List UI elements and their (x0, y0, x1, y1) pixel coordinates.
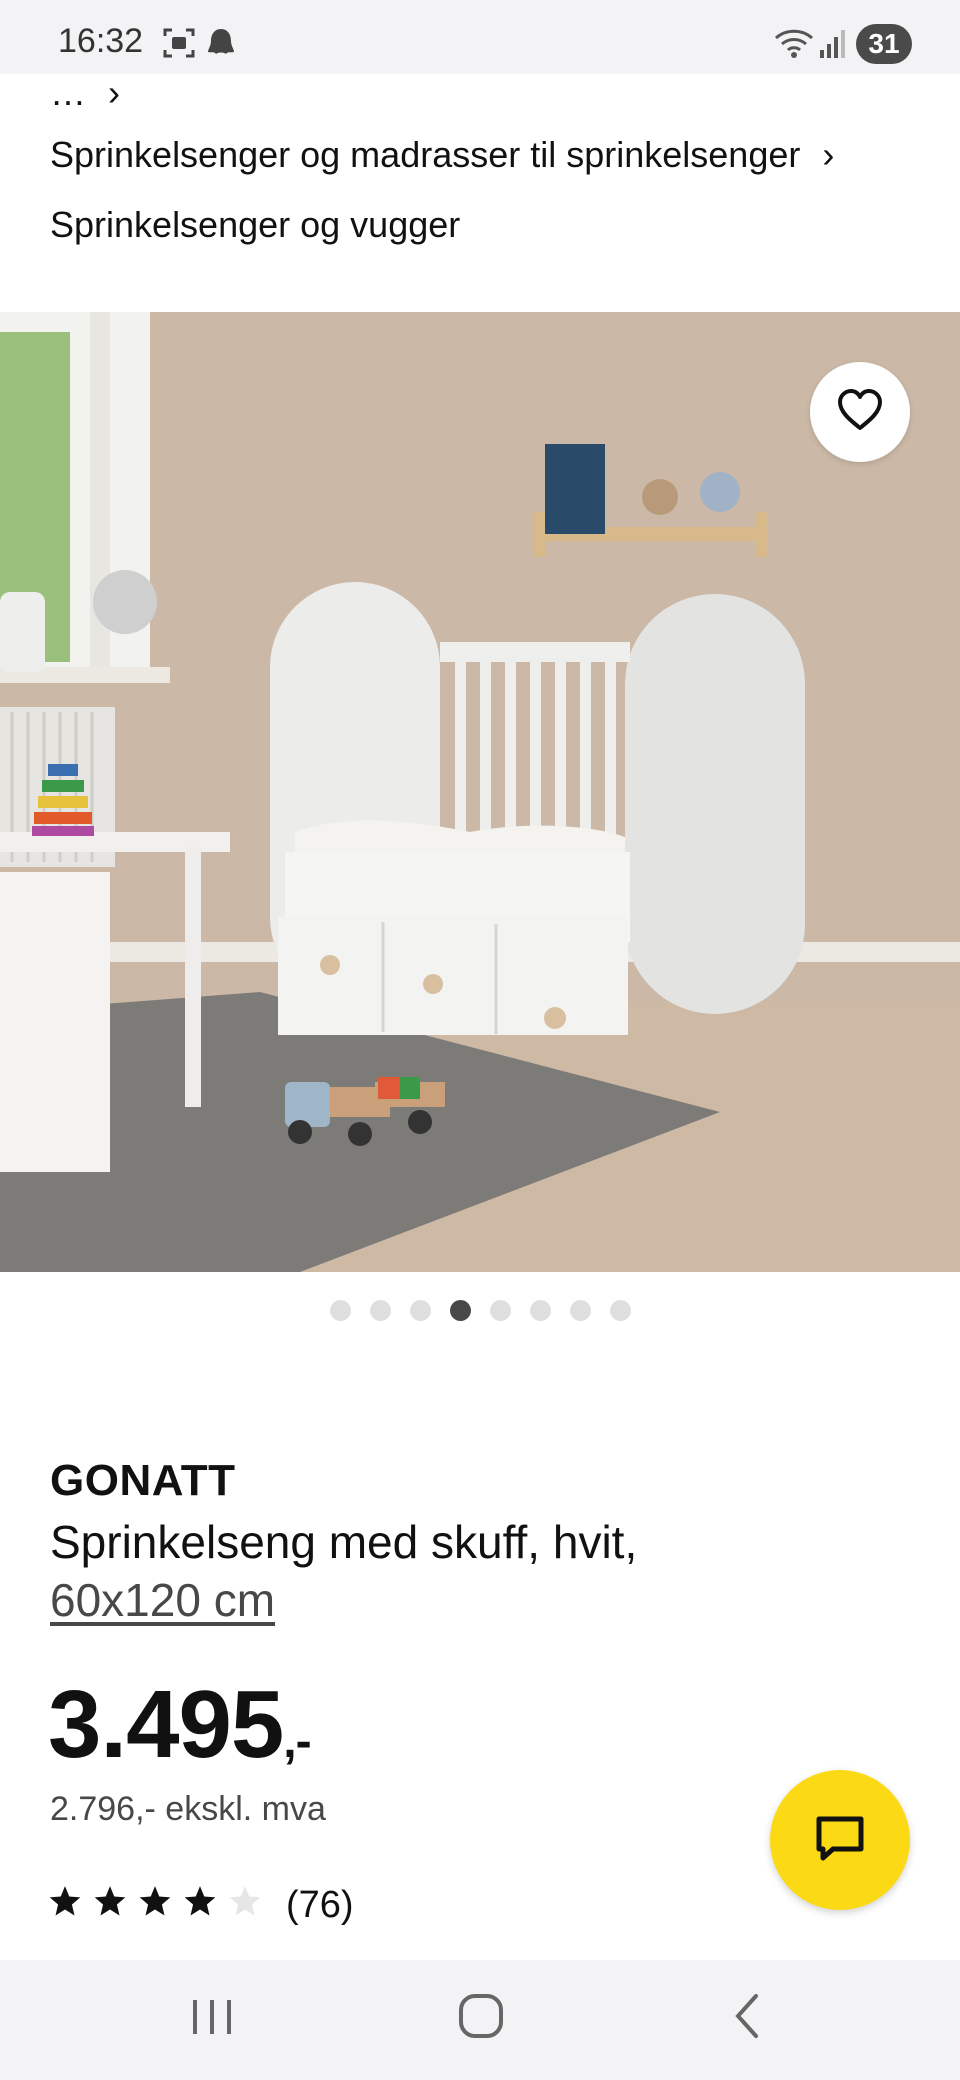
star-half-icon (228, 1884, 262, 1923)
carousel-dot[interactable] (569, 1300, 591, 1321)
breadcrumb-more[interactable]: … › (50, 72, 120, 114)
carousel-dot[interactable] (409, 1300, 431, 1321)
star-icon (48, 1884, 82, 1923)
back-icon[interactable] (728, 1988, 768, 2049)
price-value: 3.495 (48, 1671, 284, 1778)
carousel-dot-active[interactable] (449, 1300, 471, 1321)
chevron-right-icon: › (108, 72, 120, 113)
notification-app-icon (204, 26, 238, 65)
carousel-dot[interactable] (609, 1300, 631, 1321)
product-size-link[interactable]: 60x120 cm (50, 1573, 275, 1627)
review-count[interactable]: (76) (286, 1884, 354, 1927)
product-brand: GONATT (50, 1456, 236, 1505)
breadcrumb-current-label: Sprinkelsenger og vugger (50, 204, 461, 245)
product-price: 3.495,- (48, 1670, 312, 1780)
price-excl-vat: 2.796,- ekskl. mva (50, 1790, 326, 1828)
product-description: Sprinkelseng med skuff, hvit, (50, 1516, 638, 1568)
carousel-dot[interactable] (369, 1300, 391, 1321)
breadcrumb-category[interactable]: Sprinkelsenger og madrasser til sprinkel… (50, 134, 834, 176)
star-icon (183, 1884, 217, 1923)
carousel-dot[interactable] (489, 1300, 511, 1321)
carousel-dot[interactable] (529, 1300, 551, 1321)
system-nav-bar (0, 1960, 960, 2080)
carousel-dot[interactable] (329, 1300, 351, 1321)
star-icon (138, 1884, 172, 1923)
recents-icon[interactable] (190, 1988, 234, 2049)
breadcrumb-ellipsis: … (50, 72, 86, 113)
signal-icon (818, 26, 848, 65)
chat-button[interactable] (770, 1770, 910, 1910)
chat-icon (813, 1811, 867, 1870)
status-time: 16:32 (58, 22, 144, 60)
carousel-dots (0, 1300, 960, 1321)
chevron-right-icon: › (822, 134, 835, 175)
rating-stars[interactable] (48, 1884, 262, 1923)
breadcrumb-current: Sprinkelsenger og vugger (50, 204, 460, 246)
home-icon[interactable] (456, 1988, 506, 2049)
product-image[interactable] (0, 312, 960, 1272)
heart-icon (836, 388, 884, 437)
price-suffix: ,- (283, 1715, 311, 1768)
favorite-button[interactable] (810, 362, 910, 462)
star-icon (93, 1884, 127, 1923)
wifi-icon (774, 26, 814, 65)
status-bar: 16:32 31 (0, 0, 960, 74)
screenshot-icon (162, 26, 196, 65)
battery-indicator: 31 (856, 24, 912, 64)
breadcrumb-category-label: Sprinkelsenger og madrasser til sprinkel… (50, 134, 801, 175)
